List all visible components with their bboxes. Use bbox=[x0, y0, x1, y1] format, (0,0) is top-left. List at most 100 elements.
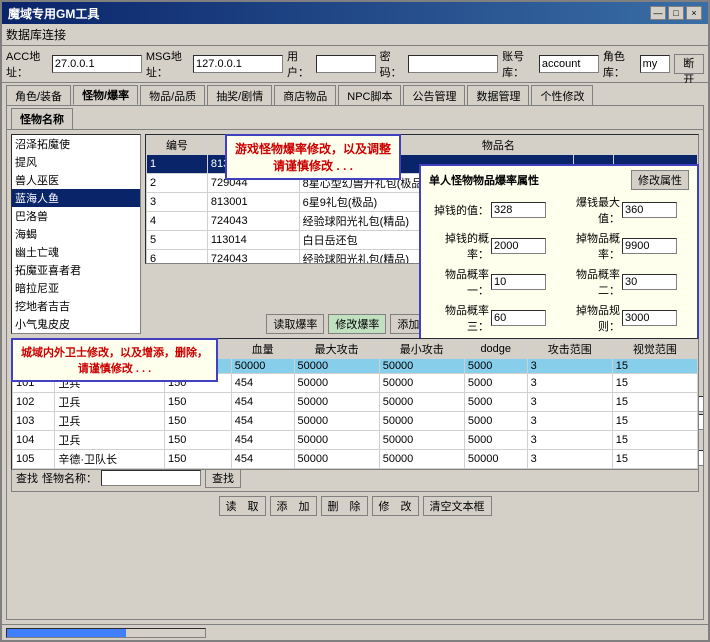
item-rule-input[interactable] bbox=[622, 310, 677, 326]
modify-attr-button[interactable]: 修改属性 bbox=[631, 170, 689, 190]
user-input[interactable] bbox=[316, 55, 376, 73]
table-row[interactable]: 105 辛德·卫队长 150 454 50000 50000 50000 3 1… bbox=[13, 450, 698, 469]
disconnect-button[interactable]: 断开 bbox=[674, 54, 704, 74]
maximize-button[interactable]: □ bbox=[668, 6, 684, 20]
guard-col-minatk: 最小攻击 bbox=[379, 340, 464, 359]
guard-col-viewrange: 视觉范围 bbox=[612, 340, 697, 359]
tab-personal[interactable]: 个性修改 bbox=[531, 85, 593, 105]
field-item-rate2: 物品概率二： bbox=[560, 266, 689, 298]
field-item-rate: 掉物品概率： bbox=[560, 230, 689, 262]
delete-button[interactable]: 删 除 bbox=[321, 496, 368, 516]
tab-announce[interactable]: 公告管理 bbox=[403, 85, 465, 105]
table-row[interactable]: 102 卫兵 150 454 50000 50000 5000 3 15 bbox=[13, 393, 698, 412]
guard-col-atkrange: 攻击范围 bbox=[527, 340, 612, 359]
add-button[interactable]: 添 加 bbox=[270, 496, 317, 516]
list-item[interactable]: 蓝海人鱼 bbox=[12, 189, 140, 207]
item-rate2-input[interactable] bbox=[622, 274, 677, 290]
acc-label: ACC地址： bbox=[6, 48, 48, 80]
guard-col-dodge: dodge bbox=[464, 340, 527, 359]
item-rate-popup: 游戏怪物爆率修改，以及调整 请谨慎修改 . . . bbox=[225, 134, 401, 180]
close-button[interactable]: × bbox=[686, 6, 702, 20]
modify-button[interactable]: 修 改 bbox=[372, 496, 419, 516]
list-item[interactable]: 拓魔亚喜者君 bbox=[12, 261, 140, 279]
list-item[interactable]: 幽土亡魂 bbox=[12, 243, 140, 261]
field-item-rate1: 物品概率一： bbox=[429, 266, 558, 298]
search-label: 查找 bbox=[16, 470, 38, 486]
search-monster-input[interactable] bbox=[101, 470, 201, 486]
monster-name2-label: 怪物名称： bbox=[42, 470, 97, 486]
guard-popup-line1: 城域内外卫士修改，以及增添，删除， bbox=[21, 344, 208, 360]
rate-panel-title: 单人怪物物品爆率属性 bbox=[429, 172, 539, 188]
field-item-rule: 掉物品规则： bbox=[560, 302, 689, 334]
tab-data[interactable]: 数据管理 bbox=[467, 85, 529, 105]
field-money-max: 爆钱最大值： bbox=[560, 194, 689, 226]
sub-tab-monster-name[interactable]: 怪物名称 bbox=[11, 108, 73, 129]
db-label: 账号库： bbox=[502, 48, 535, 80]
field-item-rate3: 物品概率三： bbox=[429, 302, 558, 334]
list-item[interactable]: 暗拉尼亚 bbox=[12, 279, 140, 297]
list-item[interactable]: 沼泽拓魔使 bbox=[12, 135, 140, 153]
msg-label: MSG地址： bbox=[146, 48, 189, 80]
popup-line1: 游戏怪物爆率修改，以及调整 bbox=[235, 140, 391, 157]
table-row[interactable]: 103 卫兵 150 454 50000 50000 5000 3 15 bbox=[13, 412, 698, 431]
clear-button[interactable]: 清空文本框 bbox=[423, 496, 492, 516]
table-row[interactable]: 104 卫兵 150 454 50000 50000 5000 3 15 bbox=[13, 431, 698, 450]
list-item[interactable]: 那叫血魂脚 bbox=[12, 333, 140, 334]
pwd-label: 密码： bbox=[380, 48, 405, 80]
main-tabs: 角色/装备 怪物/爆率 物品/品质 抽奖/剧情 商店物品 NPC脚本 公告管理 … bbox=[2, 83, 708, 105]
guard-col-maxatk: 最大攻击 bbox=[294, 340, 379, 359]
status-bar bbox=[2, 624, 708, 640]
minimize-button[interactable]: — bbox=[650, 6, 666, 20]
guard-popup: 城域内外卫士修改，以及增添，删除， 请谨慎修改 . . . bbox=[11, 338, 218, 382]
list-item[interactable]: 挖地者吉吉 bbox=[12, 297, 140, 315]
list-item[interactable]: 兽人巫医 bbox=[12, 171, 140, 189]
tab-monster-rate[interactable]: 怪物/爆率 bbox=[73, 85, 138, 105]
money-rate-input[interactable] bbox=[491, 238, 546, 254]
money-val-input[interactable] bbox=[491, 202, 546, 218]
field-money-rate: 掉钱的概率： bbox=[429, 230, 558, 262]
main-content: 怪物名称 沼泽拓魔使 提风 兽人巫医 蓝海人鱼 巴洛兽 海蝎 幽土亡魂 拓魔亚喜… bbox=[6, 105, 704, 620]
tab-npc[interactable]: NPC脚本 bbox=[338, 85, 401, 105]
title-bar-buttons: — □ × bbox=[650, 6, 702, 20]
content-area: 沼泽拓魔使 提风 兽人巫医 蓝海人鱼 巴洛兽 海蝎 幽土亡魂 拓魔亚喜者君 暗拉… bbox=[7, 130, 703, 619]
modify-rate-button[interactable]: 修改爆率 bbox=[328, 314, 386, 334]
conn-bar: ACC地址： MSG地址： 用户： 密码： 账号库： 角色库： 断开 bbox=[2, 46, 708, 83]
list-item[interactable]: 提风 bbox=[12, 153, 140, 171]
list-item[interactable]: 海蝎 bbox=[12, 225, 140, 243]
top-section: 沼泽拓魔使 提风 兽人巫医 蓝海人鱼 巴洛兽 海蝎 幽土亡魂 拓魔亚喜者君 暗拉… bbox=[11, 134, 699, 334]
menu-item-db[interactable]: 数据库连接 bbox=[6, 28, 66, 42]
list-item[interactable]: 小气鬼皮皮 bbox=[12, 315, 140, 333]
right-panel: 游戏怪物爆率修改，以及调整 请谨慎修改 . . . 编号 物品ID 物品名 bbox=[145, 134, 699, 334]
menu-bar: 数据库连接 bbox=[2, 24, 708, 46]
popup-line2: 请谨慎修改 . . . bbox=[235, 157, 391, 174]
col-header-no: 编号 bbox=[147, 136, 208, 155]
db-input[interactable] bbox=[539, 55, 599, 73]
tab-role-equip[interactable]: 角色/装备 bbox=[6, 85, 71, 105]
pwd-input[interactable] bbox=[408, 55, 498, 73]
field-money-val: 掉钱的值： bbox=[429, 194, 558, 226]
bottom-buttons: 读 取 添 加 删 除 修 改 清空文本框 bbox=[11, 494, 699, 518]
sub-tabs-bar: 怪物名称 bbox=[7, 106, 703, 130]
money-max-input[interactable] bbox=[622, 202, 677, 218]
item-rate-input[interactable] bbox=[622, 238, 677, 254]
read-rate-button[interactable]: 读取爆率 bbox=[266, 314, 324, 334]
title-bar: 魔域专用GM工具 — □ × bbox=[2, 2, 708, 24]
main-window: 魔域专用GM工具 — □ × 数据库连接 ACC地址： MSG地址： 用户： 密… bbox=[0, 0, 710, 642]
guard-col-hp: 血量 bbox=[231, 340, 294, 359]
role-input[interactable] bbox=[640, 55, 670, 73]
guard-popup-line2: 请谨慎修改 . . . bbox=[21, 360, 208, 376]
item-rate3-input[interactable] bbox=[491, 310, 546, 326]
acc-input[interactable] bbox=[52, 55, 142, 73]
list-item[interactable]: 巴洛兽 bbox=[12, 207, 140, 225]
search-monster-button[interactable]: 查找 bbox=[205, 468, 241, 488]
tab-lottery[interactable]: 抽奖/剧情 bbox=[207, 85, 272, 105]
tab-shop[interactable]: 商店物品 bbox=[274, 85, 336, 105]
bottom-guard-section: 城域内外卫士修改，以及增添，删除， 请谨慎修改 . . . ID 类 型 外 观… bbox=[11, 338, 699, 518]
msg-input[interactable] bbox=[193, 55, 283, 73]
window-title: 魔域专用GM工具 bbox=[8, 5, 99, 22]
item-rate1-input[interactable] bbox=[491, 274, 546, 290]
read-button[interactable]: 读 取 bbox=[219, 496, 266, 516]
monster-list-panel[interactable]: 沼泽拓魔使 提风 兽人巫医 蓝海人鱼 巴洛兽 海蝎 幽土亡魂 拓魔亚喜者君 暗拉… bbox=[11, 134, 141, 334]
tab-item-quality[interactable]: 物品/品质 bbox=[140, 85, 205, 105]
role-label: 角色库： bbox=[603, 48, 636, 80]
